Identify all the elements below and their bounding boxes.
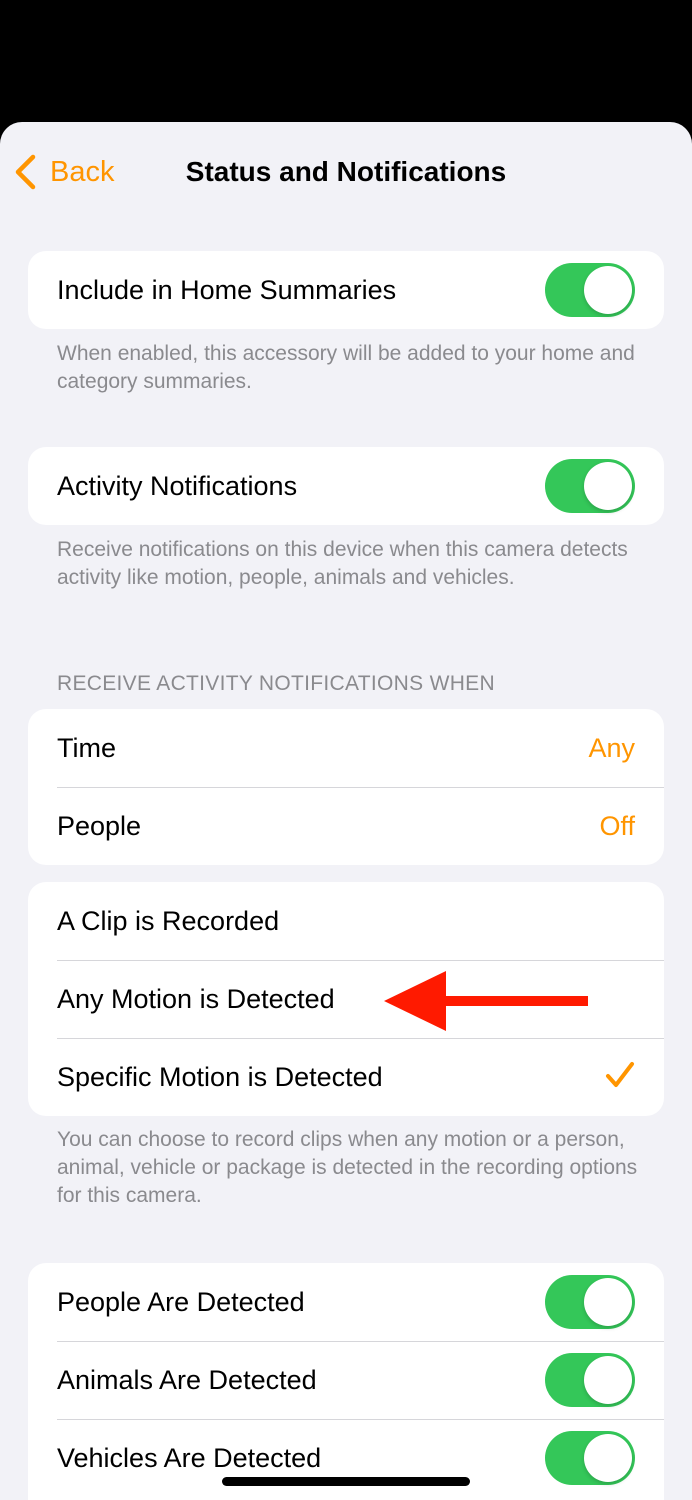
motion-options-footnote: You can choose to record clips when any … [57,1128,638,1207]
page-title: Status and Notifications [185,156,507,187]
settings-sheet: Back Status and Notifications Include in… [0,122,692,1500]
receive-section-header: RECEIVE ACTIVITY NOTIFICATIONS WHEN [57,672,495,695]
animals-detected-label: Animals Are Detected [57,1364,317,1395]
people-row[interactable]: People Off [28,787,664,865]
activity-notifications-footnote: Receive notifications on this device whe… [57,538,628,589]
navigation-bar: Back Status and Notifications [0,122,692,222]
toggle-knob [584,462,632,510]
home-summaries-footnote: When enabled, this accessory will be add… [57,342,635,393]
people-detected-row: People Are Detected [28,1263,664,1341]
people-label: People [57,810,142,841]
home-summaries-group: Include in Home Summaries [28,251,664,329]
activity-notifications-toggle[interactable] [545,459,635,513]
people-value: Off [599,810,635,841]
home-summaries-label: Include in Home Summaries [57,274,397,305]
people-detected-toggle[interactable] [545,1275,635,1329]
activity-notifications-row: Activity Notifications [28,447,664,525]
home-indicator[interactable] [222,1477,470,1486]
receive-conditions-group: Time Any People Off [28,709,664,865]
vehicles-detected-toggle[interactable] [545,1431,635,1485]
clip-recorded-label: A Clip is Recorded [57,905,280,936]
checkmark-icon [605,1061,635,1094]
home-summaries-toggle[interactable] [545,263,635,317]
animals-detected-toggle[interactable] [545,1353,635,1407]
time-row[interactable]: Time Any [28,709,664,787]
time-label: Time [57,732,116,763]
activity-notifications-label: Activity Notifications [57,470,298,501]
toggle-knob [584,1278,632,1326]
people-detected-label: People Are Detected [57,1286,305,1317]
toggle-knob [584,266,632,314]
time-value: Any [588,732,635,763]
animals-detected-row: Animals Are Detected [28,1341,664,1419]
toggle-knob [584,1356,632,1404]
red-arrow-annotation [384,969,594,1038]
specific-motion-option[interactable]: Specific Motion is Detected [28,1038,664,1116]
specific-motion-label: Specific Motion is Detected [57,1061,383,1092]
activity-notifications-group: Activity Notifications [28,447,664,525]
clip-recorded-option[interactable]: A Clip is Recorded [28,882,664,960]
detections-group: People Are Detected Animals Are Detected… [28,1263,664,1500]
home-summaries-row: Include in Home Summaries [28,251,664,329]
vehicles-detected-label: Vehicles Are Detected [57,1442,322,1473]
toggle-knob [584,1434,632,1482]
